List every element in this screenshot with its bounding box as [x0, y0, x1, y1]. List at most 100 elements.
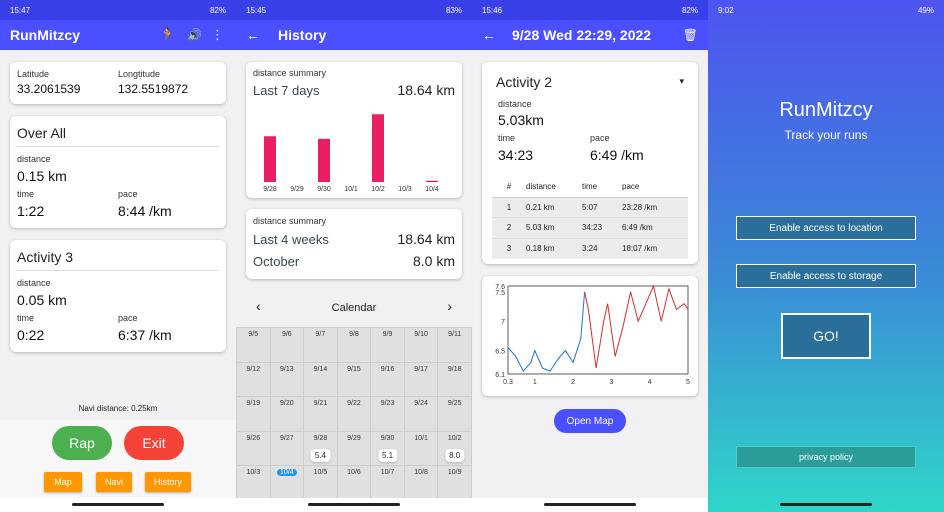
calendar-day[interactable]: 9/12 — [236, 361, 271, 397]
distance-label: distance — [498, 99, 532, 109]
rap-button[interactable]: Rap — [52, 426, 112, 460]
summary-total: 18.64 km — [397, 231, 455, 247]
calendar-day[interactable]: 10/9 — [437, 465, 472, 501]
calendar-day[interactable]: 9/16 — [370, 361, 405, 397]
calendar-day[interactable]: 10/7 — [370, 465, 405, 501]
calendar-day[interactable]: 9/6 — [269, 327, 305, 363]
cell: 18:07 /km — [622, 244, 658, 254]
back-arrow-icon[interactable]: ← — [246, 27, 260, 43]
day-label: 9/8 — [349, 331, 359, 338]
calendar-day[interactable]: 9/23 — [370, 396, 405, 432]
calendar-day[interactable]: 9/13 — [269, 361, 305, 397]
home-indicator[interactable] — [72, 503, 164, 506]
calendar-day[interactable]: 9/17 — [403, 361, 439, 397]
activity-detail-screen: 15:46 82% ← 9/28 Wed 22:29, 2022 🗑 Activi… — [472, 0, 708, 512]
calendar-day[interactable]: 9/28 5.4 — [303, 430, 338, 466]
day-label: 9/30 — [380, 434, 395, 442]
calendar-day[interactable]: 9/10 — [403, 327, 439, 363]
bar — [372, 114, 384, 182]
calendar-day[interactable]: 10/3 — [236, 465, 271, 501]
next-month-icon[interactable]: › — [447, 298, 452, 314]
time-value: 1:22 — [17, 203, 45, 219]
day-label: 10/5 — [313, 469, 328, 476]
history-button[interactable]: History — [145, 472, 191, 492]
calendar-day[interactable]: 9/9 — [370, 327, 405, 363]
volume-icon[interactable]: 🔊 — [187, 28, 202, 42]
calendar-day[interactable]: 10/2 8.0 — [437, 430, 472, 466]
tagline: Track your runs — [784, 128, 868, 142]
cell: 5.03 km — [526, 223, 555, 233]
day-label: 9/12 — [246, 365, 261, 373]
more-icon[interactable]: ⋮ — [211, 27, 224, 43]
dropdown-icon[interactable]: ▾ — [679, 76, 684, 87]
run-icon[interactable]: 🏃 — [160, 27, 176, 43]
nav-bar — [0, 498, 236, 512]
calendar-day[interactable]: 9/5 — [236, 327, 271, 363]
calendar-day[interactable]: 9/30 5.1 — [370, 430, 405, 466]
status-bar: 9:02 49% — [708, 0, 944, 20]
calendar-day[interactable]: 10/6 — [336, 465, 372, 501]
calendar-day[interactable]: 10/4 — [269, 465, 305, 501]
open-map-button[interactable]: Open Map — [554, 409, 626, 433]
time-value: 0:22 — [17, 327, 45, 343]
calendar-day[interactable]: 9/25 — [437, 396, 472, 432]
calendar-day[interactable]: 10/1 — [403, 430, 439, 466]
calendar-day[interactable]: 9/8 — [336, 327, 372, 363]
status-bar: 15:46 82% — [472, 0, 708, 20]
distance-label: distance — [17, 154, 51, 164]
month-total: 8.0 km — [412, 253, 455, 269]
latitude-label: Latitude — [17, 69, 50, 79]
day-label: 9/18 — [447, 365, 462, 373]
calendar-day[interactable]: 9/15 — [336, 361, 372, 397]
calendar-week: 9/26 9/27 9/28 5.4 9/29 9/30 5.1 10/1 10/2 8.0 — [236, 430, 472, 466]
bar — [264, 136, 276, 182]
calendar-day[interactable]: 9/14 — [303, 361, 338, 397]
calendar-day[interactable]: 9/21 — [303, 396, 338, 432]
privacy-policy-button[interactable]: privacy policy — [736, 446, 916, 468]
enable-location-button[interactable]: Enable access to location — [736, 216, 916, 240]
calendar-day[interactable]: 9/19 — [236, 396, 271, 432]
home-indicator[interactable] — [308, 503, 400, 506]
x-tick-label: 9/30 — [317, 186, 331, 193]
pace-chart-card: 7.6 7.5 7 6.5 6.1 0.3 1 2 3 4 5 — [482, 276, 698, 396]
calendar-day[interactable]: 9/22 — [336, 396, 372, 432]
day-label: 9/28 — [313, 434, 328, 442]
map-button[interactable]: Map — [44, 472, 82, 492]
back-arrow-icon[interactable]: ← — [482, 27, 496, 43]
home-indicator[interactable] — [780, 503, 872, 506]
calendar-day[interactable]: 9/29 — [336, 430, 372, 466]
table-row[interactable]: 3 0.18 km 3:24 18:07 /km — [492, 238, 688, 259]
app-title: 9/28 Wed 22:29, 2022 — [512, 27, 652, 43]
calendar-day[interactable]: 9/20 — [269, 396, 305, 432]
day-label: 9/9 — [382, 331, 393, 338]
calendar-day[interactable]: 9/18 — [437, 361, 472, 397]
exit-button[interactable]: Exit — [124, 426, 184, 460]
day-label: 10/1 — [414, 434, 428, 442]
pace-label: pace — [118, 313, 138, 323]
calendar-day[interactable]: 9/27 — [269, 430, 305, 466]
status-time: 15:46 — [482, 5, 503, 15]
calendar-day[interactable]: 9/24 — [403, 396, 439, 432]
y-tick-label: 6.5 — [495, 349, 505, 356]
go-button[interactable]: GO! — [781, 313, 871, 359]
day-label: 10/3 — [246, 469, 261, 476]
y-tick-label: 7.5 — [495, 290, 505, 297]
calendar-day[interactable]: 10/5 — [303, 465, 338, 501]
home-indicator[interactable] — [544, 503, 636, 506]
x-tick-label: 0.3 — [503, 379, 513, 386]
enable-storage-button[interactable]: Enable access to storage — [736, 264, 916, 288]
x-tick-label: 5 — [686, 379, 690, 386]
calendar-day[interactable]: 10/8 — [403, 465, 439, 501]
day-label: 9/21 — [313, 400, 328, 407]
day-label: 9/7 — [315, 331, 326, 338]
delete-icon[interactable]: 🗑 — [683, 28, 698, 42]
table-row[interactable]: 1 0.21 km 5:07 23:28 /km — [492, 197, 688, 218]
table-row[interactable]: 2 5.03 km 34:23 6:49 /km — [492, 218, 688, 239]
calendar-day[interactable]: 9/11 — [437, 327, 472, 363]
nav-bar — [472, 498, 708, 512]
calendar-day[interactable]: 9/7 — [303, 327, 338, 363]
activity-title: Activity 2 — [496, 74, 553, 90]
history-screen: 15:45 83% ← History distance summary Last… — [236, 0, 472, 512]
navi-button[interactable]: Navi — [96, 472, 132, 492]
calendar-day[interactable]: 9/26 — [236, 430, 271, 466]
